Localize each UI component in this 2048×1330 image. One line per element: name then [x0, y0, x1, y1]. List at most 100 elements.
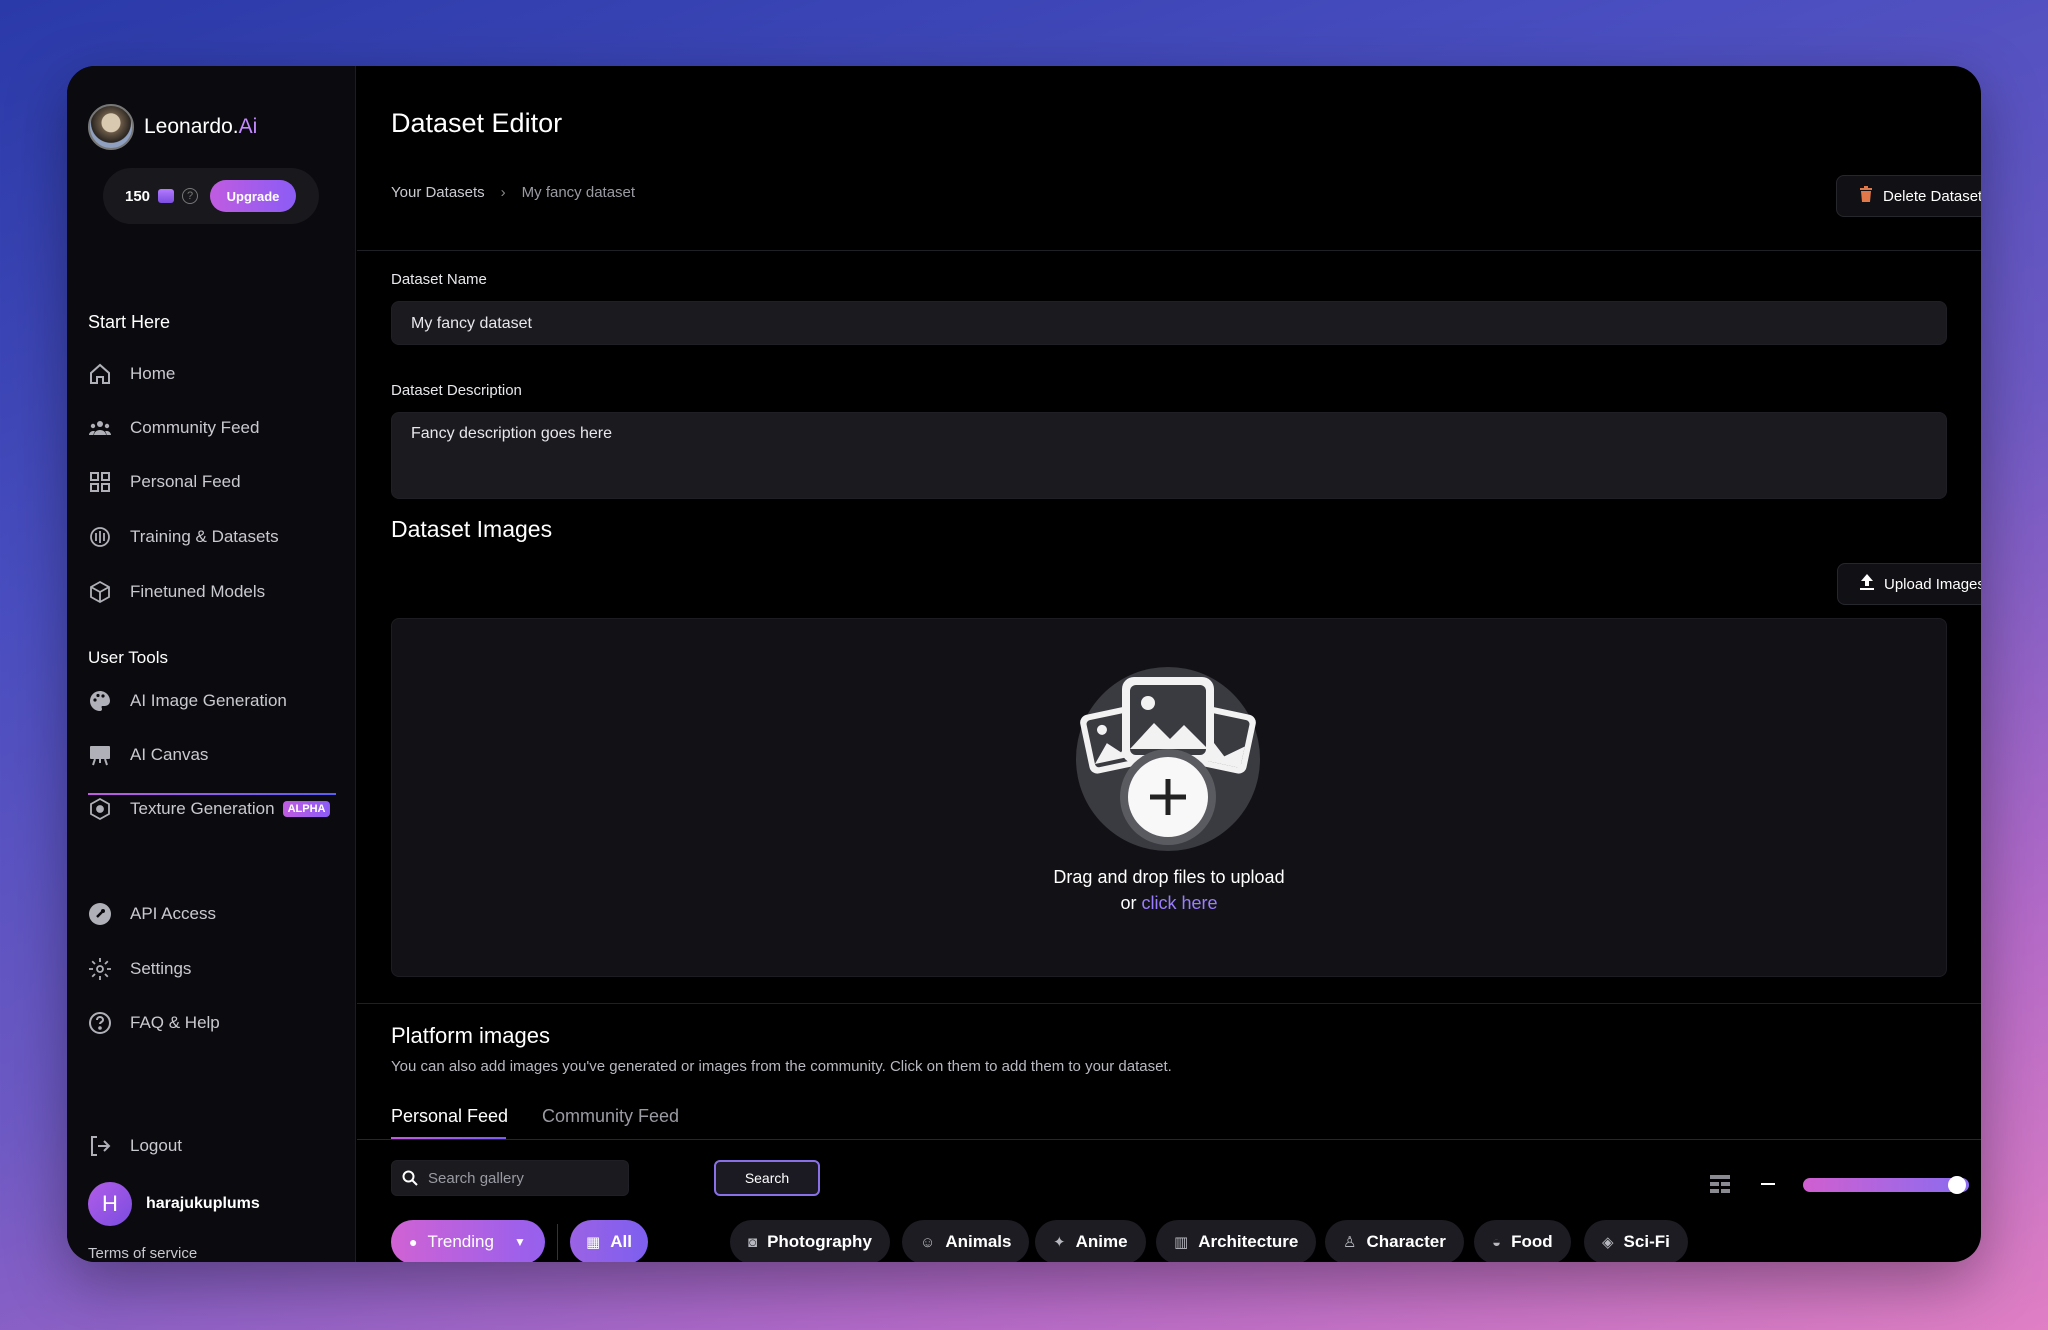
logout-label: Logout [130, 1136, 182, 1155]
upload-dropzone[interactable]: Drag and drop files to upload or click h… [391, 618, 1947, 977]
gallery-search-input[interactable]: Search gallery [391, 1160, 629, 1196]
sidebar-item-community-feed[interactable]: Community Feed [88, 416, 259, 440]
canvas-icon [88, 743, 112, 767]
header-divider [357, 250, 1981, 251]
sidebar-item-faq-help[interactable]: FAQ & Help [88, 1011, 220, 1035]
dataset-description-field[interactable]: Fancy description goes here [391, 412, 1947, 499]
start-here-heading: Start Here [88, 312, 171, 332]
avatar: H [88, 1182, 132, 1226]
training-icon [88, 525, 112, 549]
sidebar-item-ai-image-generation[interactable]: AI Image Generation [88, 689, 287, 713]
breadcrumb-current: My fancy dataset [521, 184, 636, 201]
sidebar-item-label: Training & Datasets [130, 527, 279, 546]
help-circle-icon [88, 1011, 112, 1035]
tab-community-feed[interactable]: Community Feed [542, 1106, 679, 1127]
layout-toggle-icon[interactable] [1710, 1175, 1730, 1198]
zoom-out-icon[interactable] [1761, 1183, 1775, 1185]
brand-avatar [88, 104, 134, 150]
alien-icon: ◈ [1602, 1234, 1614, 1251]
sparkle-icon: ✦ [1053, 1234, 1066, 1251]
upload-images-label: Upload Images [1884, 575, 1981, 593]
burger-icon: ◒ [1492, 1233, 1502, 1251]
sidebar: Leonardo.Ai 150 ? Upgrade Start Here Hom… [67, 66, 356, 1262]
palette-icon [88, 689, 112, 713]
breadcrumb: Your Datasets › My fancy dataset [391, 184, 635, 201]
zoom-slider-handle[interactable] [1948, 1176, 1966, 1194]
chip-label: Animals [945, 1232, 1012, 1251]
logout-icon [88, 1134, 112, 1158]
tabs-divider [357, 1139, 1981, 1140]
search-placeholder: Search gallery [428, 1169, 524, 1187]
sidebar-item-label: Finetuned Models [130, 582, 266, 601]
building-icon: ▥ [1174, 1234, 1189, 1251]
chip-photography[interactable]: ◙ Photography [730, 1220, 890, 1262]
delete-dataset-label: Delete Dataset [1883, 187, 1981, 205]
flame-icon: ● [409, 1234, 418, 1250]
breadcrumb-root[interactable]: Your Datasets [391, 184, 485, 201]
sidebar-item-api-access[interactable]: API Access [88, 902, 216, 926]
camera-icon: ◙ [748, 1233, 758, 1251]
delete-dataset-button[interactable]: Delete Dataset [1836, 175, 1981, 217]
sidebar-item-personal-feed[interactable]: Personal Feed [88, 470, 241, 494]
chip-label: Architecture [1198, 1232, 1299, 1251]
page-title: Dataset Editor [391, 108, 563, 138]
chip-label: Anime [1075, 1232, 1128, 1251]
zoom-slider[interactable] [1803, 1178, 1969, 1192]
trending-label: Trending [427, 1232, 494, 1251]
grid-icon [88, 470, 112, 494]
sidebar-item-label: Home [130, 364, 176, 383]
trash-icon [1859, 186, 1873, 206]
dataset-name-field[interactable]: My fancy dataset [391, 301, 1947, 345]
dropzone-instruction: Drag and drop files to upload [1053, 867, 1285, 887]
sidebar-item-ai-canvas[interactable]: AI Canvas [88, 743, 208, 767]
tab-personal-feed[interactable]: Personal Feed [391, 1106, 508, 1127]
chip-anime[interactable]: ✦ Anime [1035, 1220, 1146, 1262]
user-name: harajukuplums [146, 1195, 260, 1212]
key-icon [88, 902, 112, 926]
chip-label: Sci-Fi [1623, 1232, 1670, 1251]
brand-name: Leonardo.Ai [144, 115, 258, 138]
texture-icon [88, 797, 112, 821]
click-here-link[interactable]: click here [1142, 893, 1218, 913]
chip-food[interactable]: ◒ Food [1474, 1220, 1571, 1262]
sidebar-item-settings[interactable]: Settings [88, 957, 191, 981]
image-upload-icon [1076, 667, 1260, 851]
sidebar-item-texture-generation[interactable]: Texture Generation ALPHA [88, 797, 331, 821]
sidebar-item-label: AI Canvas [130, 745, 209, 764]
cube-icon [88, 580, 112, 604]
chip-label: All [610, 1232, 632, 1251]
trending-dropdown[interactable]: ● Trending ▼ [391, 1220, 545, 1262]
info-icon[interactable]: ? [182, 188, 199, 204]
upload-images-button[interactable]: Upload Images [1837, 563, 1981, 605]
search-icon [402, 1170, 418, 1186]
user-profile[interactable]: H harajukuplums [88, 1182, 260, 1226]
chip-divider [557, 1224, 558, 1260]
terms-link[interactable]: Terms of service [88, 1245, 197, 1262]
sidebar-item-home[interactable]: Home [88, 362, 175, 386]
chip-architecture[interactable]: ▥ Architecture [1156, 1220, 1317, 1262]
dropzone-text: Drag and drop files to upload or click h… [392, 864, 1946, 916]
section-divider [357, 1003, 1981, 1004]
dataset-description-label: Dataset Description [391, 382, 522, 399]
sidebar-item-label: API Access [130, 904, 216, 923]
chip-animals[interactable]: ☺ Animals [902, 1220, 1030, 1262]
chip-character[interactable]: ♙ Character [1325, 1220, 1464, 1262]
search-button[interactable]: Search [714, 1160, 820, 1196]
sidebar-item-label: FAQ & Help [130, 1013, 220, 1032]
person-icon: ♙ [1343, 1234, 1357, 1251]
sidebar-item-label: Texture Generation [130, 799, 275, 818]
chevron-right-icon: › [500, 184, 506, 201]
sidebar-item-training-datasets[interactable]: Training & Datasets [88, 525, 279, 549]
upgrade-button[interactable]: Upgrade [210, 180, 297, 212]
logout-link[interactable]: Logout [88, 1134, 182, 1158]
credits-amount: 150 [125, 187, 151, 205]
people-icon [88, 416, 112, 440]
dropzone-alt: or click here [1120, 893, 1218, 913]
chip-label: Photography [767, 1232, 872, 1251]
platform-images-title: Platform images [391, 1023, 550, 1048]
brand-logo[interactable]: Leonardo.Ai [88, 104, 257, 150]
sidebar-item-finetuned-models[interactable]: Finetuned Models [88, 580, 265, 604]
chip-sci-fi[interactable]: ◈ Sci-Fi [1584, 1220, 1688, 1262]
dataset-images-title: Dataset Images [391, 516, 553, 542]
chip-all[interactable]: ▦ All [570, 1220, 648, 1262]
